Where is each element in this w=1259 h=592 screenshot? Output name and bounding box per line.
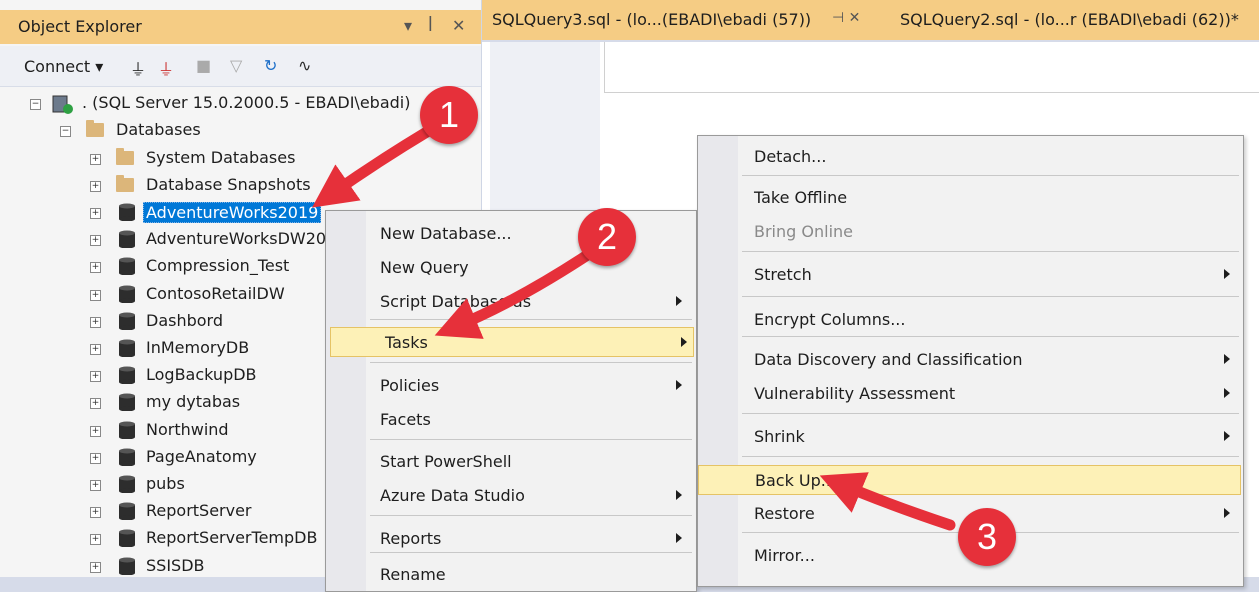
callout-arrow-3 bbox=[819, 472, 956, 531]
callout-badge-2: 2 bbox=[578, 208, 636, 266]
callout-badge-3: 3 bbox=[958, 508, 1016, 566]
callout-arrow-2 bbox=[434, 244, 601, 339]
callout-badge-1: 1 bbox=[420, 86, 478, 144]
callout-arrow-1 bbox=[311, 124, 436, 208]
callout-arrows bbox=[311, 124, 956, 531]
